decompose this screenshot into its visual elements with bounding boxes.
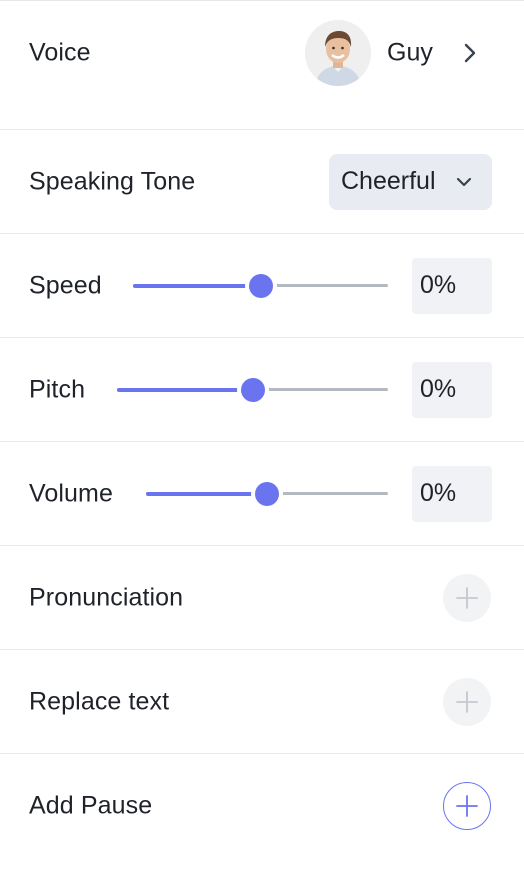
speed-value: 0% xyxy=(420,271,457,299)
slider-thumb[interactable] xyxy=(255,481,279,506)
replace-text-row: Replace text xyxy=(0,649,524,753)
voice-row[interactable]: Voice Guy xyxy=(0,0,524,104)
replace-text-label: Replace text xyxy=(29,687,170,715)
volume-row: Volume 0% xyxy=(0,441,524,545)
speaking-tone-value: Cheerful xyxy=(341,167,436,195)
pitch-slider[interactable] xyxy=(117,377,388,402)
plus-icon xyxy=(456,690,478,713)
add-pause-label: Add Pause xyxy=(29,791,153,819)
speed-value-field[interactable]: 0% xyxy=(412,257,492,314)
volume-value-field[interactable]: 0% xyxy=(412,465,492,522)
chevron-down-icon xyxy=(456,177,472,186)
volume-slider[interactable] xyxy=(146,481,388,506)
voice-avatar[interactable] xyxy=(305,19,371,86)
slider-thumb[interactable] xyxy=(249,273,273,298)
pitch-value: 0% xyxy=(420,375,457,403)
speaking-tone-label: Speaking Tone xyxy=(29,167,196,195)
plus-icon xyxy=(456,586,478,609)
voice-settings-panel: Voice Guy Speaking Tone Cheerful Speed 0… xyxy=(0,0,524,878)
slider-fill xyxy=(133,283,261,288)
voice-label: Voice xyxy=(29,38,91,66)
speed-slider[interactable] xyxy=(133,273,388,298)
volume-label: Volume xyxy=(29,479,113,507)
avatar-portrait-icon xyxy=(305,19,371,86)
speaking-tone-row: Speaking Tone Cheerful xyxy=(0,129,524,233)
chevron-right-icon[interactable] xyxy=(458,41,482,65)
pronunciation-label: Pronunciation xyxy=(29,583,184,611)
add-pause-row: Add Pause xyxy=(0,753,524,857)
plus-icon xyxy=(456,794,478,817)
add-pronunciation-button[interactable] xyxy=(443,573,491,622)
add-pause-button[interactable] xyxy=(443,781,491,830)
pitch-label: Pitch xyxy=(29,375,86,403)
speed-label: Speed xyxy=(29,271,102,299)
add-replace-text-button[interactable] xyxy=(443,677,491,726)
pronunciation-row: Pronunciation xyxy=(0,545,524,649)
pitch-value-field[interactable]: 0% xyxy=(412,361,492,418)
volume-value: 0% xyxy=(420,479,457,507)
voice-name: Guy xyxy=(387,38,433,66)
pitch-row: Pitch 0% xyxy=(0,337,524,441)
speed-row: Speed 0% xyxy=(0,233,524,337)
slider-fill xyxy=(117,387,253,392)
slider-thumb[interactable] xyxy=(241,377,265,402)
slider-fill xyxy=(146,491,267,496)
speaking-tone-select[interactable]: Cheerful xyxy=(329,153,492,210)
